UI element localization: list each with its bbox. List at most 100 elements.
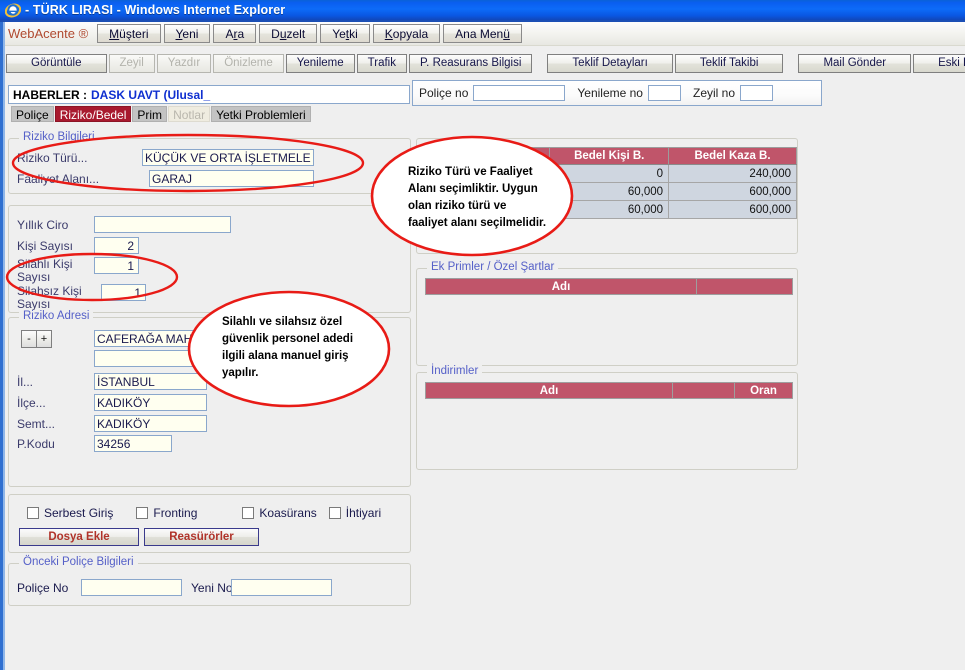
yillik-ciro-input[interactable] bbox=[94, 216, 231, 233]
posta-kodu-label: P.Kodu bbox=[17, 437, 55, 451]
window-frame-left-inner bbox=[3, 22, 5, 670]
zeyil-no-input[interactable] bbox=[740, 85, 774, 101]
app-brand-label: WebAcente ® bbox=[8, 26, 89, 41]
yeni-no-label: Yeni No bbox=[191, 581, 233, 595]
internet-explorer-icon bbox=[5, 2, 21, 18]
indirimler-table-header: Adı Oran bbox=[425, 382, 793, 399]
haberler-label: HABERLER : bbox=[13, 87, 87, 102]
checkbox-box-ihtiyari[interactable] bbox=[328, 507, 341, 519]
toolbar-button-onizleme[interactable]: Önizleme bbox=[213, 53, 284, 73]
bedel-cell-kaza-2: 600,000 bbox=[668, 182, 797, 201]
il-input[interactable] bbox=[94, 373, 207, 390]
toolbar-button-teklif-detaylari[interactable]: Teklif Detayları bbox=[547, 53, 673, 73]
checkbox-ihtiyari[interactable]: İhtiyari bbox=[328, 506, 382, 520]
indirimler-col-oran: Oran bbox=[735, 382, 793, 399]
haberler-banner: HABERLER : DASK UAVT (Ulusal_ bbox=[8, 85, 410, 104]
kisi-sayisi-input[interactable] bbox=[94, 237, 139, 254]
silahli-kisi-sayisi-label: Silahlı Kişi Sayısı bbox=[17, 257, 73, 284]
window-title-bar: - TÜRK LIRASI - Windows Internet Explore… bbox=[0, 0, 965, 20]
riziko-bilgileri-legend: Riziko Bilgileri bbox=[19, 131, 99, 143]
ek-primler-col-adi: Adı bbox=[425, 278, 697, 295]
bedel-cell-label-1 bbox=[418, 164, 551, 183]
checkbox-box-fronting[interactable] bbox=[136, 507, 149, 519]
checkbox-box-serbest-giris[interactable] bbox=[27, 507, 39, 519]
onceki-police-no-input[interactable] bbox=[81, 579, 182, 596]
toolbar-button-teklif-takibi[interactable]: Teklif Takibi bbox=[674, 53, 784, 73]
toolbar-button-zeyil[interactable]: Zeyil bbox=[108, 53, 155, 73]
police-no-input[interactable] bbox=[473, 85, 566, 101]
bedel-cell-kaza-3: 600,000 bbox=[668, 200, 797, 219]
window-title-text: - TÜRK LIRASI - Windows Internet Explore… bbox=[25, 3, 286, 17]
toolbar-button-trafik[interactable]: Trafik bbox=[356, 53, 407, 73]
semt-input[interactable] bbox=[94, 415, 207, 432]
onceki-police-legend: Önceki Poliçe Bilgileri bbox=[19, 556, 138, 568]
indirimler-col-blank bbox=[673, 382, 735, 399]
police-no-label: Poliçe no bbox=[419, 86, 469, 100]
ilce-input[interactable] bbox=[94, 394, 207, 411]
table-row[interactable]: 60,000 600,000 bbox=[418, 182, 797, 201]
menu-item-yetki[interactable]: Yetki bbox=[320, 24, 370, 43]
sayilar-group: Yıllık Ciro Kişi Sayısı Silahlı KişiSayı… bbox=[8, 205, 411, 313]
checkbox-box-koasurans[interactable] bbox=[242, 507, 255, 519]
toolbar-button-mail-gonder[interactable]: Mail Gönder bbox=[798, 53, 912, 73]
sokak-input[interactable] bbox=[94, 350, 207, 367]
tab-yetki-problemleri[interactable]: Yetki Problemleri bbox=[211, 106, 311, 122]
faaliyet-alani-label: Faaliyet Alanı... bbox=[17, 172, 100, 186]
tab-prim[interactable]: Prim bbox=[132, 106, 168, 122]
ie-window: - TÜRK LIRASI - Windows Internet Explore… bbox=[0, 0, 965, 670]
checkbox-label-ihtiyari: İhtiyari bbox=[345, 506, 382, 520]
semt-label: Semt... bbox=[17, 417, 56, 431]
silahsiz-kisi-sayisi-input[interactable] bbox=[101, 284, 146, 301]
toolbar-button-yazdir[interactable]: Yazdır bbox=[156, 53, 212, 73]
toolbar-button-p-reasurans-bilgisi[interactable]: P. Reasurans Bilgisi bbox=[408, 53, 533, 73]
tab-police[interactable]: Poliçe bbox=[11, 106, 54, 122]
menu-item-yeni[interactable]: Yeni bbox=[163, 24, 211, 43]
dosya-ekle-button[interactable]: Dosya Ekle bbox=[19, 528, 139, 546]
reasurorler-button[interactable]: Reasürörler bbox=[144, 528, 259, 546]
bedel-cell-kisi-1: 0 bbox=[549, 164, 670, 183]
yenileme-no-input[interactable] bbox=[647, 85, 681, 101]
bedel-table: Bedel Kişi B. Bedel Kaza B. 0 240,000 60… bbox=[418, 147, 797, 219]
faaliyet-alani-input[interactable] bbox=[149, 170, 314, 187]
indirimler-group: İndirimler Adı Oran bbox=[416, 365, 798, 470]
table-row[interactable]: 60,000 600,000 bbox=[418, 200, 797, 219]
tab-notlar[interactable]: Notlar bbox=[168, 106, 211, 122]
silahli-kisi-sayisi-input[interactable] bbox=[94, 257, 139, 274]
toolbar-button-eski-hasar[interactable]: Eski Hasar bbox=[913, 53, 965, 73]
yillik-ciro-label: Yıllık Ciro bbox=[17, 218, 69, 232]
yenileme-no-label: Yenileme no bbox=[577, 86, 643, 100]
menu-item-musteri[interactable]: Müşteri bbox=[97, 24, 161, 43]
riziko-turu-input[interactable] bbox=[142, 149, 314, 166]
silahsiz-kisi-sayisi-label: Silahsız Kişi Sayısı bbox=[17, 284, 82, 311]
ek-primler-col-blank bbox=[697, 278, 793, 295]
onceki-police-group: Önceki Poliçe Bilgileri Poliçe No Yeni N… bbox=[8, 556, 411, 606]
menu-item-kopyala[interactable]: Kopyala bbox=[372, 24, 441, 43]
address-remove-button[interactable]: - bbox=[21, 330, 37, 348]
ek-primler-legend: Ek Primler / Özel Şartlar bbox=[427, 261, 559, 273]
indirimler-legend: İndirimler bbox=[427, 365, 483, 377]
section-tab-strip: Poliçe Riziko/Bedel Prim Notlar Yetki Pr… bbox=[11, 106, 312, 122]
ilce-label: İlçe... bbox=[17, 396, 46, 410]
toolbar-button-yenileme[interactable]: Yenileme bbox=[285, 53, 355, 73]
menu-item-ara[interactable]: Ara bbox=[213, 24, 257, 43]
toolbar-button-goruntule[interactable]: Görüntüle bbox=[6, 53, 107, 73]
haberler-value: DASK UAVT (Ulusal_ bbox=[91, 87, 211, 102]
checkbox-fronting[interactable]: Fronting bbox=[136, 506, 197, 520]
menu-item-ana-menu[interactable]: Ana Menü bbox=[443, 24, 522, 43]
checkbox-koasurans[interactable]: Koasürans bbox=[242, 506, 317, 520]
checkbox-label-serbest-giris: Serbest Giriş bbox=[44, 506, 114, 520]
checkbox-serbest-giris[interactable]: Serbest Giriş bbox=[27, 506, 113, 520]
main-menu-bar: WebAcente ® Müşteri Yeni Ara Duzelt Yetk… bbox=[0, 22, 965, 46]
tab-riziko-bedel[interactable]: Riziko/Bedel bbox=[54, 106, 132, 122]
kisi-sayisi-label: Kişi Sayısı bbox=[17, 239, 74, 253]
bedel-cell-label-3 bbox=[418, 200, 551, 219]
menu-item-duzelt[interactable]: Duzelt bbox=[259, 24, 318, 43]
table-row[interactable]: 0 240,000 bbox=[418, 164, 797, 183]
posta-kodu-input[interactable] bbox=[94, 435, 172, 452]
mahalle-input[interactable] bbox=[94, 330, 207, 347]
address-add-button[interactable]: + bbox=[36, 330, 52, 348]
ek-primler-group: Ek Primler / Özel Şartlar Adı bbox=[416, 261, 798, 366]
options-group: Serbest Giriş Fronting Koasürans İhtiyar… bbox=[8, 494, 411, 553]
yeni-no-input[interactable] bbox=[231, 579, 332, 596]
checkbox-label-fronting: Fronting bbox=[153, 506, 198, 520]
